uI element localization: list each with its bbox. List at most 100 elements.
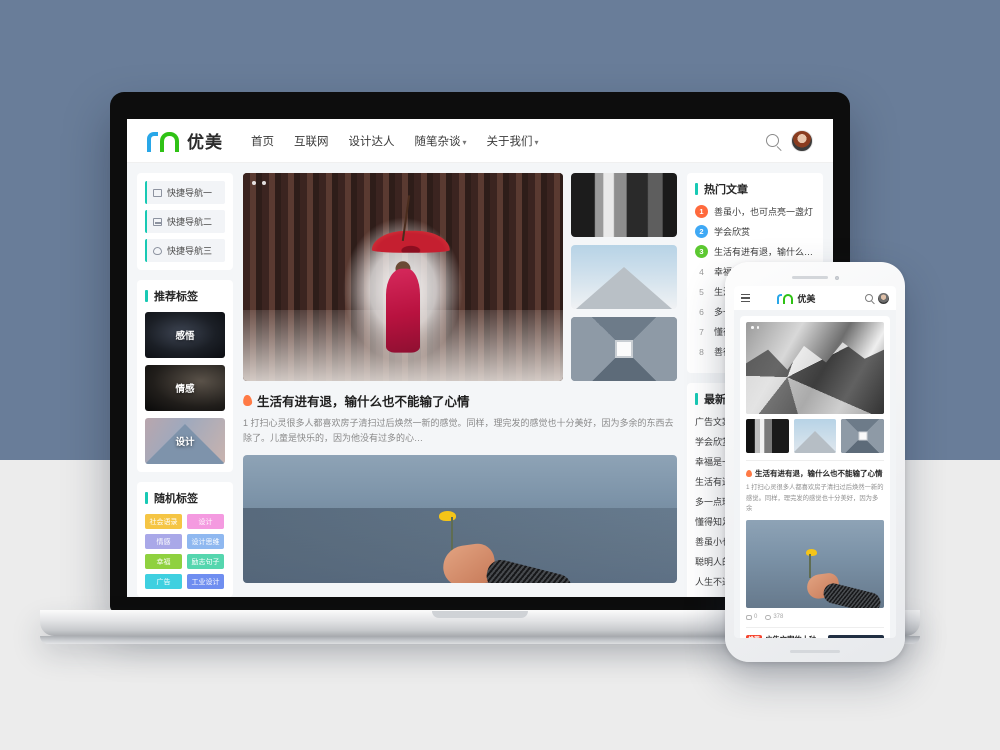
nav-item-design[interactable]: 设计达人 — [349, 133, 395, 149]
phone-speaker — [791, 276, 828, 279]
random-tag-8[interactable]: 工业设计 — [187, 574, 224, 589]
hot-rank-4: 4 — [699, 266, 704, 277]
divider — [746, 460, 884, 461]
article-title[interactable]: 生活有进有退，输什么也不能输了心情 — [242, 391, 677, 410]
phone-article-meta: 0 378 — [746, 614, 884, 620]
hamburger-menu-icon[interactable] — [741, 294, 750, 302]
site-header: 优美 首页 互联网 设计达人 随笔杂谈 关于我们 — [127, 119, 833, 163]
random-tag-2[interactable]: 设计 — [187, 514, 224, 529]
featured-tag-1[interactable]: 感悟 — [145, 312, 225, 358]
sidebar-item-quicknav-2[interactable]: 快捷导航二 — [145, 210, 225, 233]
phone-screen: 优美 生活有进有退，输什么也不能输了心情 1 打扫心灵很多人都喜欢房子清扫过后焕… — [734, 286, 896, 638]
phone-content-card: 生活有进有退，输什么也不能输了心情 1 打扫心灵很多人都喜欢房子清扫过后焕然一新… — [740, 316, 890, 638]
random-tags-card: 随机标签 社会语录 设计 情感 设计思维 幸福 励志句子 广告 工业设计 — [137, 482, 233, 597]
random-tag-1[interactable]: 社会语录 — [145, 514, 182, 529]
logo-mark-icon — [147, 130, 181, 152]
hot-label-3: 生活有进有退，输什么也不… — [714, 247, 815, 257]
quicknav-3-label: 快捷导航三 — [167, 246, 213, 256]
phone-mockup: 优美 生活有进有退，输什么也不能输了心情 1 打扫心灵很多人都喜欢房子清扫过后焕… — [725, 262, 905, 662]
sidebar-item-quicknav-3[interactable]: 快捷导航三 — [145, 239, 225, 262]
hot-rank-5: 5 — [699, 286, 704, 297]
phone-search-icon[interactable] — [865, 294, 873, 302]
phone-article-image[interactable] — [746, 520, 884, 609]
flame-icon — [242, 394, 253, 407]
hot-rank-2: 2 — [695, 225, 708, 238]
random-tag-3[interactable]: 情感 — [145, 534, 182, 549]
hot-article-3[interactable]: 3 生活有进有退，输什么也不… — [695, 245, 815, 258]
phone-thumb-1[interactable] — [746, 419, 789, 453]
cloud-icon — [153, 246, 162, 255]
logo-text: 优美 — [187, 133, 223, 152]
comment-count: 0 — [746, 614, 757, 620]
phone-thumb-2[interactable] — [793, 419, 837, 453]
nav-item-about[interactable]: 关于我们 — [487, 133, 539, 149]
hero-thumb-3[interactable] — [571, 317, 677, 381]
hot-rank-8: 8 — [699, 346, 704, 357]
phone-promo-item[interactable]: 推荐广告文案的十种表现类型 — [746, 635, 884, 638]
divider-2 — [746, 627, 884, 629]
quick-nav-card: 快捷导航一 快捷导航二 快捷导航三 — [137, 173, 233, 270]
hot-articles-title: 热门文章 — [695, 181, 815, 197]
site-logo[interactable]: 优美 — [147, 128, 223, 153]
hero-thumb-2[interactable] — [571, 245, 677, 309]
search-icon[interactable] — [766, 134, 779, 147]
phone-home-indicator — [790, 650, 840, 653]
hot-label-2: 学会欣赏 — [714, 227, 751, 237]
random-tag-5[interactable]: 幸福 — [145, 554, 182, 569]
phone-promo-image[interactable] — [828, 635, 884, 638]
phone-logo-text: 优美 — [797, 293, 816, 304]
phone-avatar[interactable] — [878, 292, 889, 304]
nav-item-essays[interactable]: 随笔杂谈 — [415, 133, 467, 149]
phone-header: 优美 — [734, 286, 896, 310]
monitor-icon — [153, 188, 162, 197]
view-count-value: 378 — [773, 614, 784, 621]
phone-carousel-dots[interactable] — [751, 326, 759, 329]
hot-article-1[interactable]: 1 善虽小，也可点亮一盏灯 — [695, 205, 815, 218]
phone-flame-icon — [746, 470, 752, 477]
random-tag-list: 社会语录 设计 情感 设计思维 幸福 励志句子 广告 工业设计 — [145, 514, 225, 589]
left-sidebar: 快捷导航一 快捷导航二 快捷导航三 推荐标签 感悟 情感 设计 随机标签 社会语… — [137, 173, 233, 597]
hot-rank-7: 7 — [699, 326, 704, 337]
sidebar-item-quicknav-1[interactable]: 快捷导航一 — [145, 181, 225, 204]
window-icon — [153, 217, 162, 226]
hero-thumb-1[interactable] — [571, 173, 677, 237]
hot-rank-1: 1 — [695, 205, 708, 218]
featured-tag-3[interactable]: 设计 — [145, 418, 225, 464]
comment-count-value: 0 — [754, 614, 758, 621]
random-tag-4[interactable]: 设计思维 — [187, 534, 224, 549]
article-title-text: 生活有进有退，输什么也不能输了心情 — [257, 395, 470, 409]
hero-image-monk[interactable] — [243, 173, 563, 381]
featured-tags-title: 推荐标签 — [145, 288, 225, 304]
article-excerpt: 1 打扫心灵很多人都喜欢房子清扫过后焕然一新的感觉。同样，理完发的感觉也十分美好… — [243, 418, 674, 443]
random-tag-7[interactable]: 广告 — [145, 574, 182, 589]
main-nav: 首页 互联网 设计达人 随笔杂谈 关于我们 — [251, 133, 539, 149]
phone-logo-mark-icon — [777, 293, 794, 304]
phone-logo[interactable]: 优美 — [777, 292, 815, 305]
quicknav-2-label: 快捷导航二 — [167, 217, 213, 227]
article-image-flower[interactable] — [243, 454, 677, 583]
comment-icon — [746, 614, 752, 620]
phone-thumb-3[interactable] — [841, 419, 885, 453]
phone-article-title-text: 生活有进有退，输什么也不能输了心情 — [755, 469, 883, 478]
nav-item-internet[interactable]: 互联网 — [294, 133, 329, 149]
phone-top-bar — [734, 273, 896, 282]
eye-icon — [765, 614, 772, 620]
nav-item-home[interactable]: 首页 — [251, 133, 274, 149]
random-tag-6[interactable]: 励志句子 — [187, 554, 224, 569]
avatar[interactable] — [791, 129, 813, 152]
featured-tag-2[interactable]: 情感 — [145, 365, 225, 411]
hero-thumbnails — [571, 173, 677, 381]
random-tags-title: 随机标签 — [145, 490, 225, 506]
phone-camera-icon — [834, 275, 839, 280]
status-badge: 推荐 — [746, 635, 763, 638]
quicknav-1-label: 快捷导航一 — [167, 188, 213, 198]
phone-header-right — [865, 292, 889, 304]
phone-hero-image[interactable] — [746, 322, 884, 414]
phone-article-title[interactable]: 生活有进有退，输什么也不能输了心情 — [746, 468, 884, 479]
phone-promo-title-wrap: 推荐广告文案的十种表现类型 — [746, 635, 822, 638]
featured-tags-card: 推荐标签 感悟 情感 设计 — [137, 280, 233, 472]
hero-carousel-dots[interactable] — [252, 181, 266, 185]
hot-article-2[interactable]: 2 学会欣赏 — [695, 225, 815, 238]
hot-label-1: 善虽小，也可点亮一盏灯 — [714, 207, 814, 217]
hot-rank-3: 3 — [695, 245, 708, 258]
